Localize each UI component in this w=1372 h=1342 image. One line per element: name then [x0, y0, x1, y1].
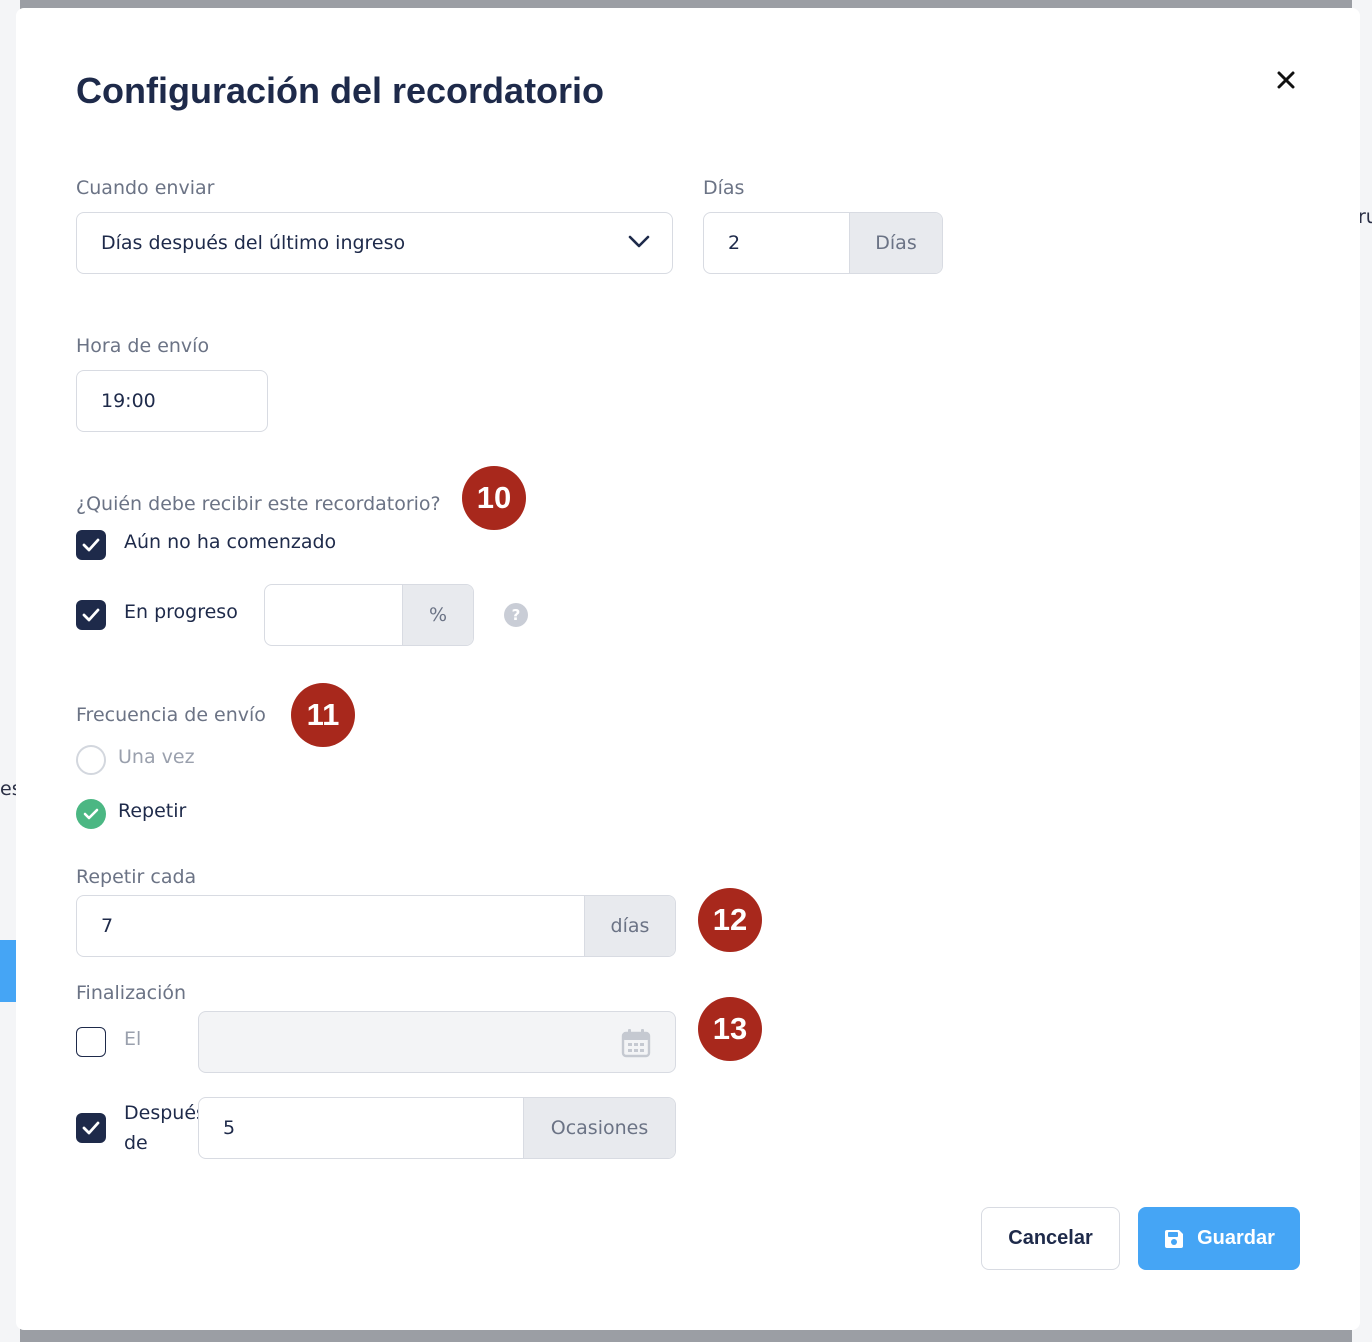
percent-addon: % [402, 585, 473, 645]
in-progress-label: En progreso [124, 601, 238, 623]
in-progress-checkbox[interactable] [76, 600, 106, 630]
days-addon: Días [849, 213, 942, 273]
step-badge-13: 13 [698, 997, 762, 1061]
chevron-down-icon [628, 235, 650, 248]
check-icon [82, 1121, 100, 1135]
once-radio[interactable] [76, 745, 106, 775]
step-badge-12: 12 [698, 888, 762, 952]
when-send-value: Días después del último ingreso [101, 232, 406, 254]
close-button[interactable] [1272, 66, 1300, 94]
end-after-input[interactable]: 5 [199, 1098, 523, 1158]
end-after-group: 5 Ocasiones [198, 1097, 676, 1159]
end-date-value [199, 1012, 675, 1072]
save-button-label: Guardar [1197, 1227, 1275, 1249]
end-after-label-line1: Después [124, 1102, 198, 1124]
recipients-label: ¿Quién debe recibir este recordatorio? [76, 493, 441, 515]
when-send-select[interactable]: Días después del último ingreso [76, 212, 673, 274]
repeat-every-addon: días [584, 896, 675, 956]
background-button [0, 940, 16, 1002]
days-label: Días [703, 177, 745, 199]
reminder-settings-modal: Configuración del recordatorio Cuando en… [16, 8, 1360, 1330]
in-progress-percent-group: % [264, 584, 474, 646]
step-badge-11: 11 [291, 683, 355, 747]
send-time-value: 19:00 [101, 390, 156, 412]
end-after-checkbox[interactable] [76, 1113, 106, 1143]
end-on-date-label: El [124, 1028, 142, 1050]
check-icon [82, 608, 100, 622]
end-label: Finalización [76, 982, 187, 1004]
not-started-label: Aún no ha comenzado [124, 531, 337, 553]
occasions-addon: Ocasiones [523, 1098, 675, 1158]
not-started-checkbox[interactable] [76, 530, 106, 560]
repeat-every-group: 7 días [76, 895, 676, 957]
step-badge-10: 10 [462, 466, 526, 530]
end-after-label: Después de [124, 1098, 198, 1158]
end-after-label-line2: de [124, 1132, 148, 1154]
once-label: Una vez [118, 746, 195, 768]
save-icon [1165, 1229, 1184, 1248]
days-input-group: 2 Días [703, 212, 943, 274]
days-input[interactable]: 2 [704, 213, 849, 273]
repeat-radio[interactable] [76, 799, 106, 829]
repeat-every-input[interactable]: 7 [77, 896, 584, 956]
frequency-label: Frecuencia de envío [76, 704, 266, 726]
send-time-input[interactable]: 19:00 [76, 370, 268, 432]
repeat-label: Repetir [118, 800, 187, 822]
calendar-icon [621, 1029, 651, 1058]
cancel-button[interactable]: Cancelar [981, 1207, 1120, 1270]
end-date-input[interactable] [198, 1011, 676, 1073]
background-text: ru [1358, 206, 1372, 228]
repeat-every-label: Repetir cada [76, 866, 197, 888]
in-progress-percent-input[interactable] [265, 585, 402, 645]
modal-title: Configuración del recordatorio [76, 70, 605, 111]
help-icon[interactable]: ? [504, 603, 528, 627]
when-send-label: Cuando enviar [76, 177, 215, 199]
check-icon [82, 538, 100, 552]
close-icon [1277, 71, 1295, 89]
save-button[interactable]: Guardar [1138, 1207, 1300, 1270]
check-icon [83, 808, 99, 820]
end-on-date-checkbox[interactable] [76, 1027, 106, 1057]
send-time-label: Hora de envío [76, 335, 210, 357]
